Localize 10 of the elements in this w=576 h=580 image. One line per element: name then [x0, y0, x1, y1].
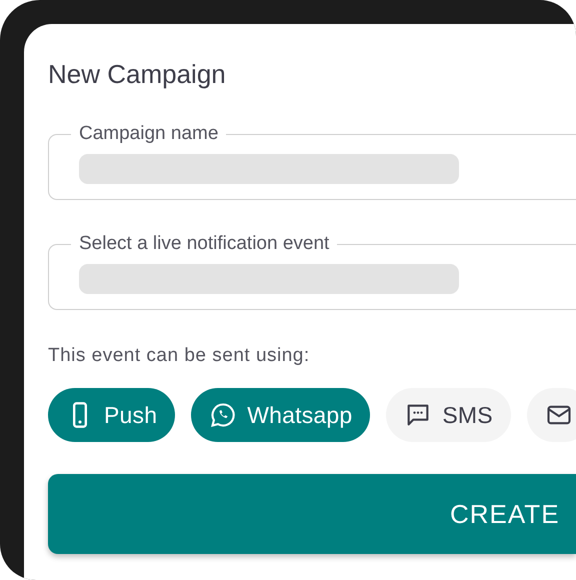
- channel-chip[interactable]: Whatsapp: [191, 388, 370, 442]
- chat-bubble-phone-icon: [209, 401, 238, 430]
- prompt-text: This event can be sent using:: [48, 344, 311, 368]
- create-button[interactable]: CREATE: [48, 474, 576, 554]
- channel-chip[interactable]: Push: [48, 388, 176, 442]
- field-label: Select a live notification event: [78, 232, 330, 256]
- channel-chip[interactable]: [526, 388, 576, 442]
- channel-chip[interactable]: SMS: [386, 388, 511, 442]
- dialog-title: New Campaign: [48, 58, 227, 91]
- field-label: Campaign name: [78, 122, 220, 146]
